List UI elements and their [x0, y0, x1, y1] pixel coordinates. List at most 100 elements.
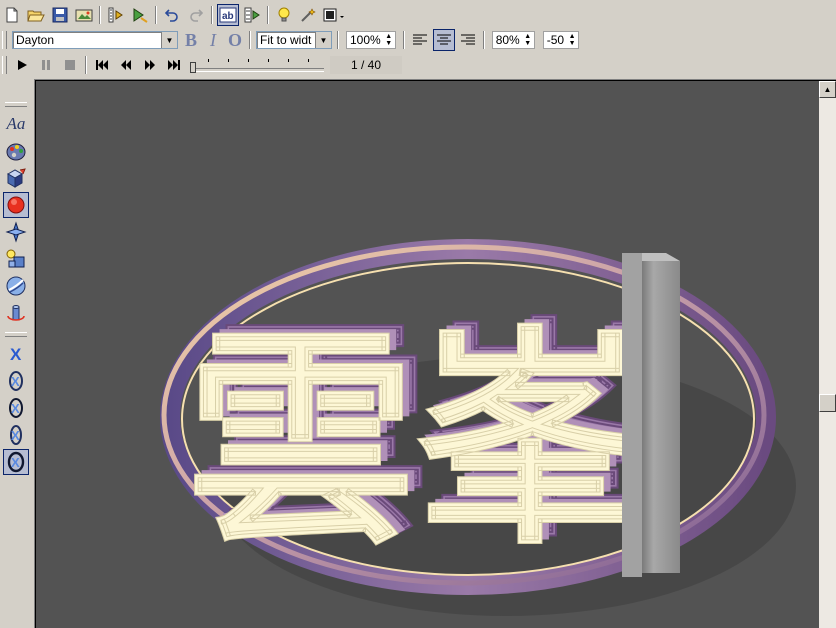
pause-button[interactable]: [35, 54, 57, 76]
zoom-spinner[interactable]: 100% ▲ ▼: [346, 31, 396, 49]
align-right-button[interactable]: [457, 29, 479, 51]
edit-frames-button[interactable]: [105, 4, 127, 26]
free-rotate-icon: X: [7, 451, 25, 473]
spin-arrows-icon[interactable]: ▲ ▼: [521, 32, 534, 48]
slider-tick: [268, 59, 269, 62]
font-select[interactable]: Dayton ▼: [12, 31, 178, 49]
z-axis-circle-icon: X: [10, 425, 22, 445]
film-frame-icon: [244, 7, 260, 23]
light-bulb-icon: [278, 7, 290, 22]
save-image-icon: [75, 9, 93, 22]
new-file-button[interactable]: [1, 4, 23, 26]
play-icon: [18, 60, 27, 70]
toolbar-separator: [99, 6, 101, 24]
slider-tick: [288, 59, 289, 62]
first-frame-button[interactable]: [91, 54, 113, 76]
fast-forward-icon: [145, 60, 155, 70]
y-axis-circle-icon: X: [9, 398, 23, 418]
frame-slider[interactable]: [190, 56, 324, 74]
char-spacing-spinner[interactable]: 80% ▲ ▼: [491, 31, 535, 49]
texture-button[interactable]: [3, 273, 29, 299]
rotate-z-circle-button[interactable]: X: [3, 422, 29, 448]
toolbar-grip[interactable]: [5, 102, 27, 107]
play-button[interactable]: [11, 54, 33, 76]
open-folder-icon: [27, 10, 45, 22]
toolbar-separator: [482, 31, 485, 49]
next-frame-button[interactable]: [139, 54, 161, 76]
previous-frame-button[interactable]: [115, 54, 137, 76]
playback-toolbar: 1 / 40: [0, 53, 836, 77]
svg-text:X: X: [11, 401, 20, 416]
svg-text:X: X: [10, 345, 22, 364]
toolbar-separator: [267, 6, 269, 24]
lamp-blocks-icon: [6, 249, 25, 268]
bevel-button[interactable]: [3, 219, 29, 245]
scroll-thumb[interactable]: [819, 394, 836, 412]
toolbar-grip[interactable]: [2, 31, 7, 49]
lighting-button[interactable]: [273, 4, 295, 26]
line-spacing-spinner[interactable]: -50 ▲ ▼: [542, 31, 580, 49]
record-circle-icon: [7, 196, 25, 214]
outline-button[interactable]: O: [225, 29, 245, 51]
spin-arrows-icon[interactable]: ▲ ▼: [566, 32, 579, 48]
toolbar-grip[interactable]: [2, 56, 7, 74]
toolbar-separator: [211, 6, 213, 24]
pillar-front: [622, 253, 642, 577]
rotate-x-button[interactable]: X: [3, 341, 29, 367]
chevron-up-icon: ▲: [823, 85, 832, 94]
render-viewport[interactable]: 雲峯 雲峯 雲峯: [36, 81, 819, 628]
open-file-button[interactable]: [25, 4, 47, 26]
color-palette-button[interactable]: [3, 138, 29, 164]
save-button[interactable]: [49, 4, 71, 26]
redo-button[interactable]: [185, 4, 207, 26]
magic-wand-icon: [301, 8, 316, 22]
chevron-down-icon[interactable]: ▼: [161, 32, 177, 48]
align-center-icon: [436, 34, 451, 45]
play-settings-button[interactable]: [129, 4, 151, 26]
align-center-button[interactable]: [432, 29, 455, 51]
slider-thumb[interactable]: [190, 62, 196, 73]
text-properties-button[interactable]: Aa: [3, 111, 29, 137]
lights-button[interactable]: [3, 246, 29, 272]
svg-text:X: X: [11, 374, 20, 389]
fit-mode-select[interactable]: Fit to widt ▼: [256, 31, 332, 49]
text-edit-button[interactable]: ab: [217, 4, 239, 26]
fit-mode-value: Fit to widt: [260, 33, 312, 47]
toolbar-separator: [249, 31, 251, 49]
redo-arrow-icon: [190, 9, 204, 22]
last-frame-button[interactable]: [163, 54, 185, 76]
frame-strip-button[interactable]: [241, 4, 263, 26]
save-image-button[interactable]: [73, 4, 95, 26]
save-disk-icon: [52, 7, 68, 23]
bold-button[interactable]: B: [181, 29, 201, 51]
rotate-free-button[interactable]: X: [3, 449, 29, 475]
align-left-icon: [412, 34, 427, 45]
rotate-object-button[interactable]: [3, 300, 29, 326]
stop-button[interactable]: [59, 54, 81, 76]
char-spacing-value: 80%: [495, 33, 520, 47]
stop-icon: [65, 60, 75, 70]
chevron-down-icon[interactable]: ▼: [315, 32, 331, 48]
toolbar-separator: [155, 6, 157, 24]
italic-button[interactable]: I: [203, 29, 223, 51]
extrusion-button[interactable]: [3, 165, 29, 191]
font-select-value: Dayton: [16, 33, 55, 47]
frames-list-icon: [108, 7, 123, 23]
rotate-x-circle-button[interactable]: X: [3, 368, 29, 394]
palette-icon: [6, 143, 26, 161]
align-left-button[interactable]: [409, 29, 431, 51]
x-axis-icon: X: [10, 345, 22, 364]
toolbar-separator: [402, 31, 405, 49]
undo-button[interactable]: [161, 4, 183, 26]
new-file-icon: [6, 7, 18, 23]
effects-wand-button[interactable]: [297, 4, 319, 26]
record-button[interactable]: [3, 192, 29, 218]
svg-text:ab: ab: [222, 11, 234, 22]
rotate-y-circle-button[interactable]: X: [3, 395, 29, 421]
glyph-face-text: 雲峯: [186, 309, 647, 576]
background-button[interactable]: [321, 4, 349, 26]
spin-arrows-icon[interactable]: ▲ ▼: [382, 32, 395, 48]
scroll-up-button[interactable]: ▲: [819, 81, 836, 98]
toolbar-grip[interactable]: [5, 332, 27, 337]
vertical-scrollbar[interactable]: ▲: [819, 81, 836, 628]
